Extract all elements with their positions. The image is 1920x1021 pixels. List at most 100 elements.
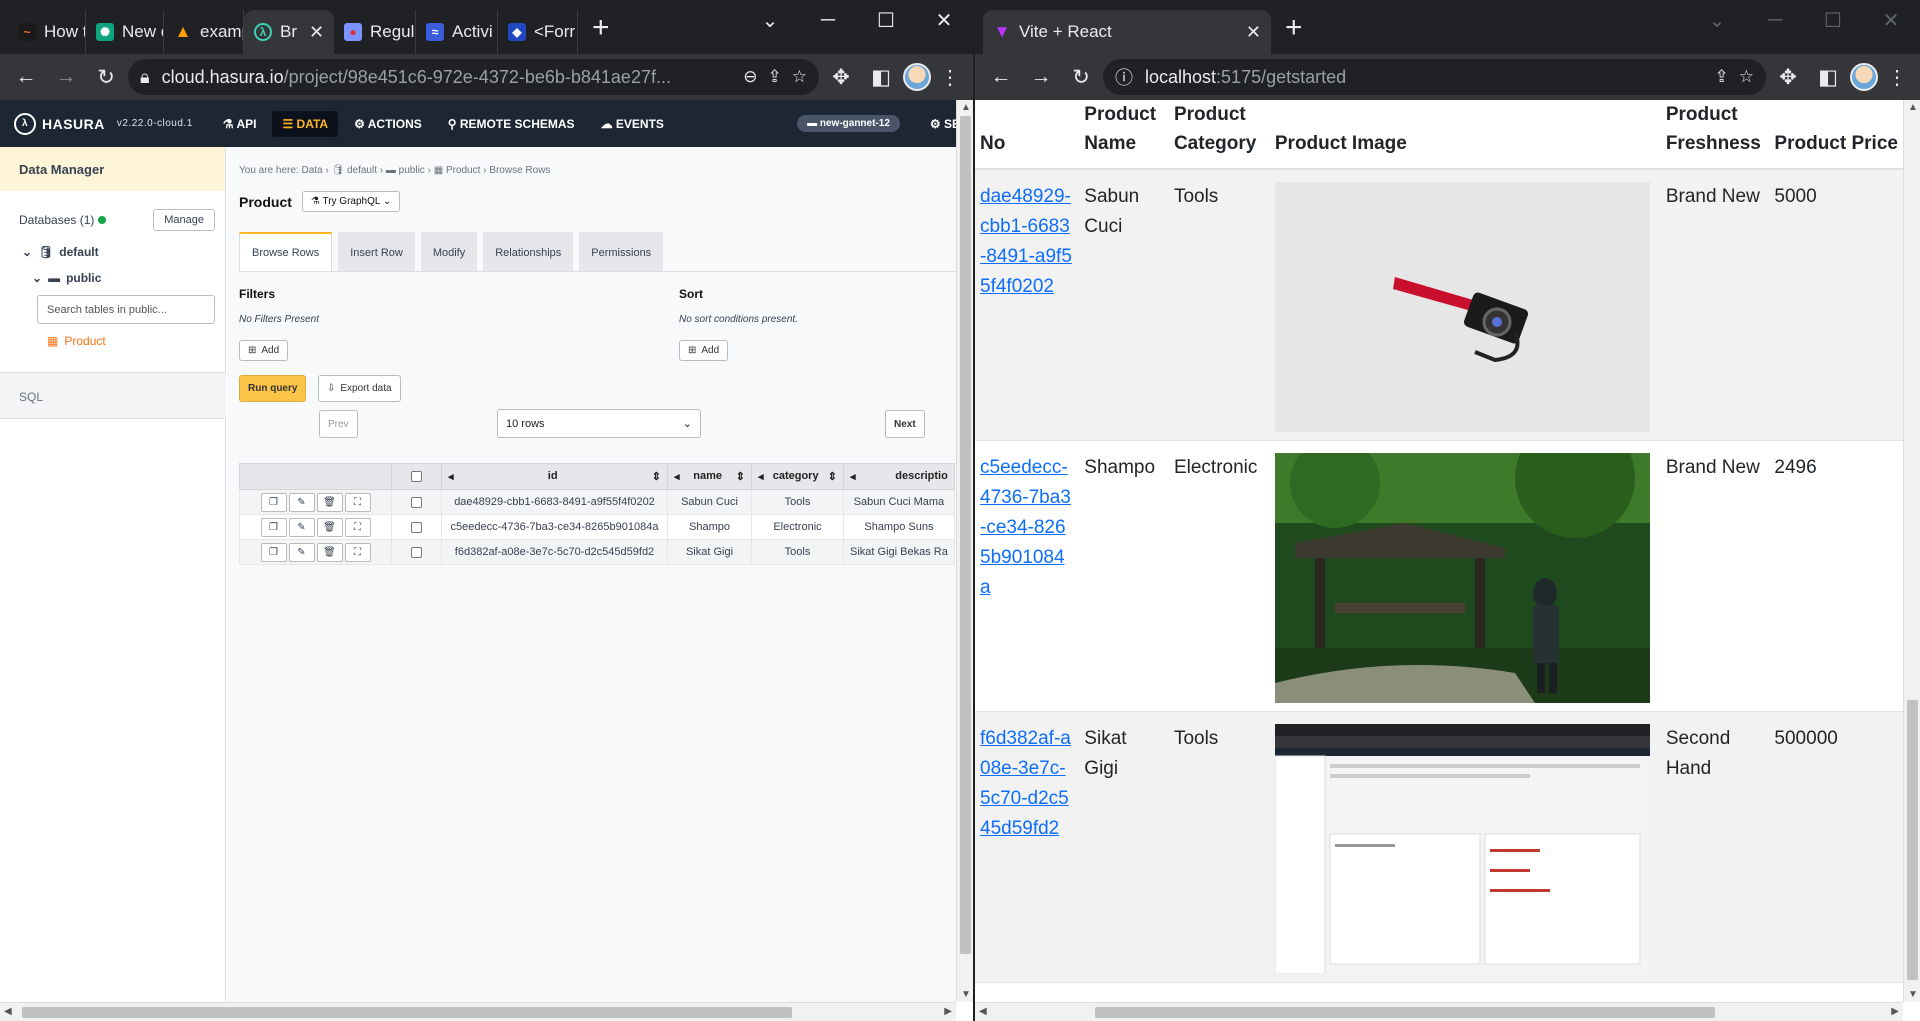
chevron-down-icon[interactable]: ⌄ bbox=[22, 245, 32, 259]
nav-events[interactable]: ☁ EVENTS bbox=[591, 111, 674, 137]
horizontal-scrollbar[interactable]: ◀ ▶ bbox=[975, 1002, 1903, 1021]
breadcrumb-default[interactable]: default bbox=[347, 165, 377, 176]
tab-browse-rows[interactable]: Browse Rows bbox=[239, 232, 333, 271]
back-button[interactable]: ← bbox=[8, 59, 44, 95]
nav-actions[interactable]: ⚙ ACTIONS bbox=[344, 111, 432, 137]
cell-id[interactable]: f6d382af-a08e-3e7c-5c70-d2c545d59fd2 bbox=[441, 539, 668, 565]
cell-category[interactable]: Electronic bbox=[751, 514, 844, 540]
close-tab-icon[interactable]: ✕ bbox=[1246, 22, 1261, 43]
edit-icon[interactable]: ✎ bbox=[288, 517, 315, 537]
product-id-link[interactable]: dae48929-cbb1-6683-8491-a9f55f4f0202 bbox=[980, 186, 1072, 297]
tab-permissions[interactable]: Permissions bbox=[579, 232, 664, 271]
bookmark-star-icon[interactable]: ☆ bbox=[1739, 67, 1754, 87]
new-tab-button[interactable]: + bbox=[578, 6, 624, 54]
scroll-left-arrow[interactable]: ◀ bbox=[4, 1006, 12, 1017]
maximize-button[interactable]: ☐ bbox=[857, 0, 915, 40]
breadcrumb-product[interactable]: Product bbox=[446, 165, 480, 176]
breadcrumb-public[interactable]: public bbox=[399, 165, 425, 176]
side-panel-icon[interactable]: ◧ bbox=[863, 59, 899, 95]
product-id-link[interactable]: c5eedecc-4736-7ba3-ce34-8265b901084a bbox=[980, 457, 1071, 598]
cell-description[interactable]: Sabun Cuci Mama bbox=[843, 489, 955, 515]
new-tab-button[interactable]: + bbox=[1271, 6, 1317, 54]
expand-icon[interactable]: ⛶ bbox=[344, 517, 371, 537]
vertical-scrollbar[interactable]: ▲ ▼ bbox=[1903, 100, 1920, 1002]
address-bar[interactable]: 🔒︎ cloud.hasura.io/project/98e451c6-972e… bbox=[128, 59, 819, 95]
next-button[interactable]: Next bbox=[885, 410, 925, 438]
cell-id[interactable]: dae48929-cbb1-6683-8491-a9f55f4f0202 bbox=[441, 489, 668, 515]
sql-nav-item[interactable]: SQL bbox=[0, 372, 226, 419]
search-tables-input[interactable]: Search tables in public... bbox=[37, 295, 215, 324]
browser-tab[interactable]: ● Regul bbox=[334, 10, 416, 54]
run-query-button[interactable]: Run query bbox=[239, 375, 307, 402]
scroll-up-arrow[interactable]: ▲ bbox=[1908, 102, 1918, 113]
delete-icon[interactable]: 🗑︎ bbox=[316, 492, 343, 512]
cell-name[interactable]: Sikat Gigi bbox=[667, 539, 752, 565]
tab-insert-row[interactable]: Insert Row bbox=[338, 232, 415, 271]
tab-search-icon[interactable]: ⌄ bbox=[741, 0, 799, 40]
edit-icon[interactable]: ✎ bbox=[288, 542, 315, 562]
cell-category[interactable]: Tools bbox=[751, 489, 844, 515]
delete-icon[interactable]: 🗑︎ bbox=[316, 517, 343, 537]
close-tab-icon[interactable]: ✕ bbox=[309, 22, 324, 43]
vertical-scrollbar[interactable]: ▲ ▼ bbox=[956, 100, 973, 1002]
cell-name[interactable]: Shampo bbox=[667, 514, 752, 540]
expand-icon[interactable]: ⛶ bbox=[344, 542, 371, 562]
minimize-button[interactable]: ─ bbox=[1746, 0, 1804, 40]
cell-description[interactable]: Shampo Suns bbox=[843, 514, 955, 540]
extensions-icon[interactable]: ✥ bbox=[823, 59, 859, 95]
reload-button[interactable]: ↻ bbox=[1063, 59, 1099, 95]
clone-icon[interactable]: ❐ bbox=[260, 492, 287, 512]
scroll-down-arrow[interactable]: ▼ bbox=[961, 989, 971, 1000]
browser-tab-active[interactable]: ▼ Vite + React ✕ bbox=[983, 10, 1271, 54]
extensions-icon[interactable]: ✥ bbox=[1770, 59, 1806, 95]
cell-category[interactable]: Tools bbox=[751, 539, 844, 565]
close-window-button[interactable]: ✕ bbox=[915, 0, 973, 40]
cell-description[interactable]: Sikat Gigi Bekas Ra bbox=[843, 539, 955, 565]
prev-button[interactable]: Prev bbox=[319, 410, 358, 438]
export-data-button[interactable]: ⇩ Export data bbox=[318, 375, 401, 402]
scroll-down-arrow[interactable]: ▼ bbox=[1908, 989, 1918, 1000]
profile-avatar[interactable] bbox=[903, 63, 931, 91]
chevron-down-icon[interactable]: ⌄ bbox=[32, 271, 42, 285]
row-checkbox[interactable] bbox=[411, 546, 422, 558]
tab-relationships[interactable]: Relationships bbox=[483, 232, 574, 271]
share-icon[interactable]: ⇪ bbox=[1715, 67, 1729, 87]
rows-per-page-select[interactable]: 10 rows ⌄ bbox=[497, 409, 701, 438]
tree-db-default[interactable]: ⌄ 🛢︎ default bbox=[22, 239, 225, 265]
add-filter-button[interactable]: ⊞ Add bbox=[239, 340, 289, 361]
cell-name[interactable]: Sabun Cuci bbox=[667, 489, 752, 515]
scroll-left-arrow[interactable]: ◀ bbox=[979, 1006, 987, 1017]
column-header-name[interactable]: ◂ name ⇕ bbox=[667, 463, 752, 490]
browser-tab[interactable]: ◆ <Forr bbox=[498, 10, 578, 54]
nav-data[interactable]: ☰ DATA bbox=[272, 110, 339, 137]
scrollbar-thumb[interactable] bbox=[960, 116, 971, 954]
edit-icon[interactable]: ✎ bbox=[288, 492, 315, 512]
horizontal-scrollbar[interactable]: ◀ ▶ bbox=[0, 1002, 956, 1021]
add-sort-button[interactable]: ⊞ Add bbox=[679, 340, 729, 361]
browser-tab[interactable]: ▲examp bbox=[164, 10, 244, 54]
row-checkbox[interactable] bbox=[411, 496, 422, 508]
profile-avatar[interactable] bbox=[1850, 63, 1878, 91]
expand-icon[interactable]: ⛶ bbox=[344, 492, 371, 512]
scrollbar-thumb[interactable] bbox=[1907, 700, 1918, 980]
nav-api[interactable]: ⚗ API bbox=[213, 111, 267, 137]
maximize-button[interactable]: ☐ bbox=[1804, 0, 1862, 40]
forward-button[interactable]: → bbox=[1023, 59, 1059, 95]
clone-icon[interactable]: ❐ bbox=[260, 542, 287, 562]
tab-search-icon[interactable]: ⌄ bbox=[1688, 0, 1746, 40]
menu-icon[interactable]: ⋮ bbox=[935, 65, 965, 90]
scrollbar-thumb[interactable] bbox=[22, 1007, 792, 1018]
row-checkbox[interactable] bbox=[411, 521, 422, 533]
try-graphql-button[interactable]: ⚗ Try GraphQL ⌄ bbox=[301, 191, 401, 212]
manage-button[interactable]: Manage bbox=[153, 209, 215, 231]
browser-tab-active[interactable]: λ Br ✕ bbox=[244, 10, 334, 54]
browser-tab[interactable]: ≈ Activi bbox=[416, 10, 498, 54]
minimize-button[interactable]: ─ bbox=[799, 0, 857, 40]
column-header-category[interactable]: ◂ category ⇕ bbox=[751, 463, 844, 490]
column-header-id[interactable]: ◂ id ⇕ bbox=[441, 463, 668, 490]
nav-remote-schemas[interactable]: ⚲ REMOTE SCHEMAS bbox=[438, 111, 585, 137]
forward-button[interactable]: → bbox=[48, 59, 84, 95]
address-bar[interactable]: ⓘ localhost:5175/getstarted ⇪ ☆ bbox=[1103, 59, 1766, 95]
close-window-button[interactable]: ✕ bbox=[1862, 0, 1920, 40]
zoom-icon[interactable]: ⊖ bbox=[743, 67, 757, 87]
